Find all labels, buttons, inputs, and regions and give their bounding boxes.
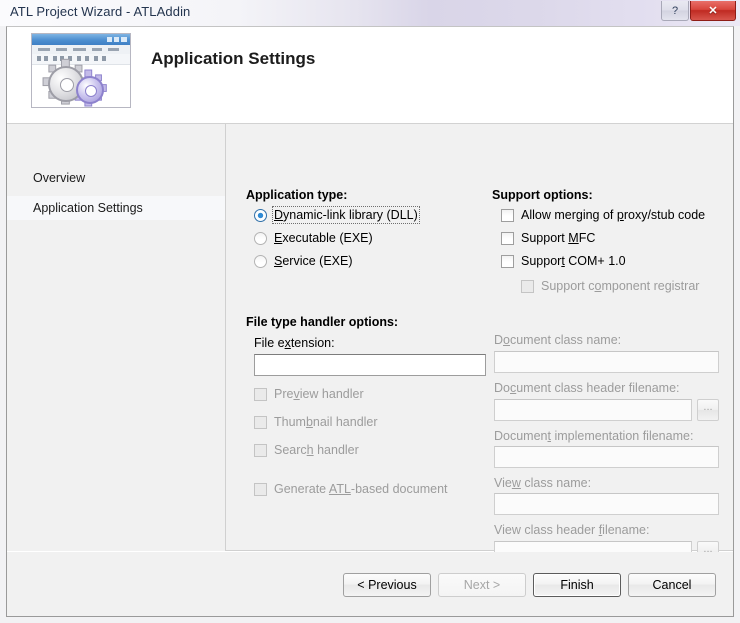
document-implementation-filename-input[interactable]	[494, 446, 719, 468]
checkbox-label-preview-handler: Preview handler	[274, 387, 364, 401]
checkbox-indicator-icon	[501, 231, 514, 245]
checkbox-indicator-icon	[501, 208, 514, 222]
file-extension-input[interactable]	[254, 354, 486, 376]
checkbox-indicator-icon	[254, 415, 267, 429]
radio-indicator-icon	[254, 208, 267, 222]
dialog-client-area: Application Settings Overview Applicatio…	[6, 26, 734, 617]
banner: Application Settings	[7, 27, 733, 124]
document-class-name-label: Document class name:	[494, 333, 622, 347]
radio-indicator-icon	[254, 254, 267, 268]
sidebar-item-application-settings[interactable]: Application Settings	[7, 196, 225, 220]
atl-project-wizard-window: ATL Project Wizard - ATLAddin ? ✕ Applic…	[0, 0, 740, 623]
checkbox-support-component-registrar: Support component registrar	[521, 279, 699, 293]
checkbox-label-thumbnail-handler: Thumbnail handler	[274, 415, 378, 429]
browse-document-class-header-button[interactable]: ...	[697, 399, 719, 421]
cancel-button[interactable]: Cancel	[628, 573, 716, 597]
previous-button[interactable]: < Previous	[343, 573, 431, 597]
support-options-group-label: Support options:	[492, 188, 593, 202]
checkbox-preview-handler: Preview handler	[254, 387, 364, 401]
document-class-header-filename-label: Document class header filename:	[494, 381, 680, 395]
checkbox-label-support-mfc: Support MFC	[521, 231, 596, 245]
finish-button[interactable]: Finish	[533, 573, 621, 597]
document-class-name-input[interactable]	[494, 351, 719, 373]
dialog-footer: < Previous Next > Finish Cancel	[7, 552, 733, 616]
checkbox-label-support-com-plus: Support COM+ 1.0	[521, 254, 626, 268]
radio-label-dynamic-link-library: Dynamic-link library (DLL)	[272, 206, 420, 224]
checkbox-indicator-icon	[521, 279, 534, 293]
radio-dynamic-link-library[interactable]: Dynamic-link library (DLL)	[254, 206, 420, 224]
gear-small-icon	[76, 76, 104, 104]
checkbox-label-generate-atl-based-document: Generate ATL-based document	[274, 482, 448, 496]
radio-label-executable: Executable (EXE)	[274, 231, 373, 245]
document-class-header-filename-input[interactable]	[494, 399, 692, 421]
view-class-name-label: View class name:	[494, 476, 592, 490]
checkbox-label-search-handler: Search handler	[274, 443, 359, 457]
window-title: ATL Project Wizard - ATLAddin	[10, 4, 191, 19]
help-icon[interactable]: ?	[661, 1, 689, 21]
title-bar[interactable]: ATL Project Wizard - ATLAddin ? ✕	[0, 0, 740, 26]
document-implementation-filename-label: Document implementation filename:	[494, 429, 694, 443]
sidebar-item-overview[interactable]: Overview	[7, 166, 225, 190]
checkbox-indicator-icon	[254, 443, 267, 457]
checkbox-label-support-component-registrar: Support component registrar	[541, 279, 700, 293]
checkbox-indicator-icon	[501, 254, 514, 268]
file-extension-label: File extension:	[254, 336, 335, 350]
checkbox-generate-atl-based-document: Generate ATL-based document	[254, 482, 448, 496]
radio-indicator-icon	[254, 231, 267, 245]
application-settings-gears-icon	[31, 33, 131, 108]
caption-button-group: ? ✕	[661, 1, 736, 21]
file-type-handler-group-label: File type handler options:	[246, 315, 399, 329]
checkbox-thumbnail-handler: Thumbnail handler	[254, 415, 378, 429]
wizard-nav-sidebar: Overview Application Settings	[7, 124, 226, 551]
view-class-name-input[interactable]	[494, 493, 719, 515]
checkbox-support-com-plus[interactable]: Support COM+ 1.0	[501, 254, 626, 268]
checkbox-allow-merging-proxy-stub[interactable]: Allow merging of proxy/stub code	[501, 208, 705, 222]
settings-content-panel: Application type: Dynamic-link library (…	[226, 124, 733, 563]
radio-label-service: Service (EXE)	[274, 254, 353, 268]
checkbox-indicator-icon	[254, 387, 267, 401]
application-type-group-label: Application type:	[246, 188, 348, 202]
next-button: Next >	[438, 573, 526, 597]
checkbox-indicator-icon	[254, 482, 267, 496]
checkbox-label-allow-merging-proxy-stub: Allow merging of proxy/stub code	[521, 208, 706, 222]
checkbox-search-handler: Search handler	[254, 443, 359, 457]
radio-service[interactable]: Service (EXE)	[254, 254, 353, 268]
close-icon[interactable]: ✕	[690, 1, 736, 21]
radio-executable[interactable]: Executable (EXE)	[254, 231, 373, 245]
view-class-header-filename-label: View class header filename:	[494, 523, 650, 537]
page-title: Application Settings	[151, 49, 316, 68]
checkbox-support-mfc[interactable]: Support MFC	[501, 231, 595, 245]
